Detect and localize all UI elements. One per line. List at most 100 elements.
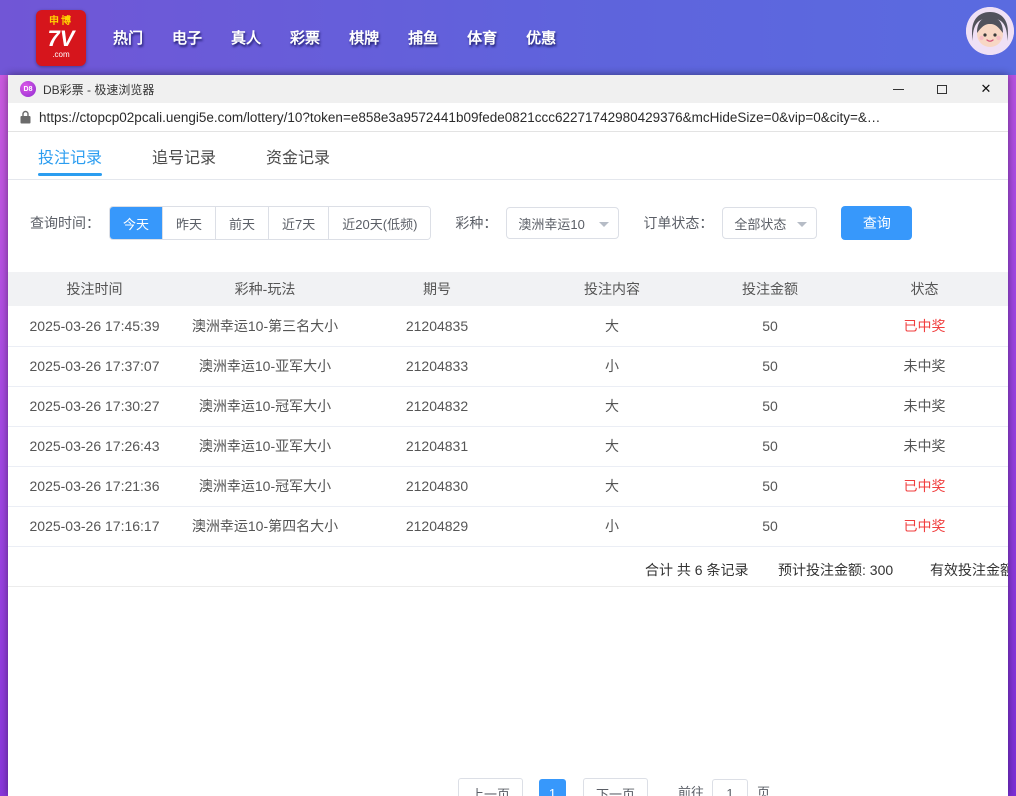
- bet-records-table: 投注时间彩种-玩法期号投注内容投注金额状态 2025-03-26 17:45:3…: [8, 272, 1008, 547]
- window-controls: ✕: [876, 75, 1008, 103]
- nav-item[interactable]: 真人: [231, 27, 261, 48]
- user-avatar[interactable]: [966, 7, 1014, 55]
- summary-expected-amount: 预计投注金额: 300: [778, 560, 893, 580]
- maximize-button[interactable]: [920, 75, 964, 103]
- cell-amount: 50: [699, 426, 841, 466]
- goto-suffix-label: 页: [757, 778, 770, 796]
- cell-amount: 50: [699, 386, 841, 426]
- cell-content: 小: [525, 346, 699, 386]
- url-text[interactable]: https://ctopcp02pcali.uengi5e.com/lotter…: [39, 110, 880, 125]
- cell-status: 未中奖: [841, 346, 1008, 386]
- cell-play: 澳洲幸运10-冠军大小: [181, 466, 349, 506]
- cell-bet-time: 2025-03-26 17:30:27: [8, 386, 181, 426]
- logo-brand-cn: 申博: [49, 17, 73, 27]
- current-page[interactable]: 1: [539, 779, 566, 796]
- pagination: 上一页 1 下一页 前往 页: [458, 778, 770, 796]
- nav-item[interactable]: 捕鱼: [408, 27, 438, 48]
- site-nav: 热门 电子 真人 彩票 棋牌 捕鱼 体育 优惠: [113, 27, 556, 48]
- close-button[interactable]: ✕: [964, 75, 1008, 103]
- browser-window: D8 DB彩票 - 极速浏览器 ✕ https://ctopcp02pcal: [8, 75, 1008, 796]
- status-select-value: 全部状态: [734, 214, 786, 233]
- tab[interactable]: 资金记录: [266, 132, 330, 180]
- desktop: 申博 7V .com 热门 电子 真人 彩票 棋牌 捕鱼 体育 优惠 D8: [0, 0, 1016, 796]
- logo-brand-suffix: .com: [52, 51, 69, 59]
- tab-bar: 投注记录 追号记录 资金记录: [8, 132, 1008, 180]
- goto-label: 前往: [678, 778, 704, 796]
- cell-status: 已中奖: [841, 306, 1008, 346]
- cell-issue: 21204829: [349, 506, 525, 546]
- cell-amount: 50: [699, 466, 841, 506]
- time-filter-button[interactable]: 今天: [110, 207, 163, 239]
- time-filter-button[interactable]: 前天: [216, 207, 269, 239]
- table-header-row: 投注时间彩种-玩法期号投注内容投注金额状态: [8, 272, 1008, 306]
- column-header: 投注金额: [699, 272, 841, 306]
- cell-play: 澳洲幸运10-第三名大小: [181, 306, 349, 346]
- cell-status: 已中奖: [841, 506, 1008, 546]
- cell-amount: 50: [699, 506, 841, 546]
- lottery-select-value: 澳洲幸运10: [518, 214, 584, 233]
- cell-bet-time: 2025-03-26 17:21:36: [8, 466, 181, 506]
- next-page-button[interactable]: 下一页: [583, 778, 648, 796]
- lock-icon: [20, 110, 31, 124]
- time-filter-button[interactable]: 近20天(低频): [329, 207, 430, 239]
- nav-item[interactable]: 电子: [172, 27, 202, 48]
- tab[interactable]: 投注记录: [38, 132, 102, 180]
- tab[interactable]: 追号记录: [152, 132, 216, 180]
- table-body: 2025-03-26 17:45:39澳洲幸运10-第三名大小21204835大…: [8, 306, 1008, 546]
- cell-bet-time: 2025-03-26 17:37:07: [8, 346, 181, 386]
- page-content: 投注记录追号记录资金记录 查询时间： 今天昨天前天近7天近20天(低频) 彩种：…: [8, 132, 1008, 587]
- site-header: 申博 7V .com 热门 电子 真人 彩票 棋牌 捕鱼 体育 优惠: [0, 0, 1016, 75]
- table-row: 2025-03-26 17:45:39澳洲幸运10-第三名大小21204835大…: [8, 306, 1008, 346]
- nav-item[interactable]: 热门: [113, 27, 143, 48]
- cell-status: 已中奖: [841, 466, 1008, 506]
- cell-bet-time: 2025-03-26 17:45:39: [8, 306, 181, 346]
- nav-item[interactable]: 彩票: [290, 27, 320, 48]
- cell-play: 澳洲幸运10-冠军大小: [181, 386, 349, 426]
- column-header: 期号: [349, 272, 525, 306]
- cell-content: 大: [525, 426, 699, 466]
- table-row: 2025-03-26 17:16:17澳洲幸运10-第四名大小21204829小…: [8, 506, 1008, 546]
- nav-item[interactable]: 优惠: [526, 27, 556, 48]
- maximize-icon: [937, 85, 947, 94]
- logo-brand: 7V: [48, 28, 75, 50]
- nav-item[interactable]: 棋牌: [349, 27, 379, 48]
- lottery-filter-label: 彩种：: [455, 213, 497, 233]
- column-header: 彩种-玩法: [181, 272, 349, 306]
- minimize-icon: [893, 89, 904, 90]
- cell-issue: 21204832: [349, 386, 525, 426]
- time-filter-button[interactable]: 近7天: [269, 207, 329, 239]
- table-row: 2025-03-26 17:30:27澳洲幸运10-冠军大小21204832大5…: [8, 386, 1008, 426]
- site-logo[interactable]: 申博 7V .com: [36, 10, 86, 66]
- time-filter-button[interactable]: 昨天: [163, 207, 216, 239]
- cell-status: 未中奖: [841, 426, 1008, 466]
- cell-play: 澳洲幸运10-第四名大小: [181, 506, 349, 546]
- cell-play: 澳洲幸运10-亚军大小: [181, 346, 349, 386]
- table-row: 2025-03-26 17:21:36澳洲幸运10-冠军大小21204830大5…: [8, 466, 1008, 506]
- summary-bar: 合计 共 6 条记录 预计投注金额: 300 有效投注金额: [8, 547, 1008, 587]
- status-select[interactable]: 全部状态: [722, 207, 817, 239]
- table-row: 2025-03-26 17:37:07澳洲幸运10-亚军大小21204833小5…: [8, 346, 1008, 386]
- column-header: 投注内容: [525, 272, 699, 306]
- cell-content: 大: [525, 386, 699, 426]
- cell-content: 大: [525, 466, 699, 506]
- window-title: DB彩票 - 极速浏览器: [43, 81, 154, 98]
- address-bar[interactable]: https://ctopcp02pcali.uengi5e.com/lotter…: [8, 103, 1008, 132]
- cell-status: 未中奖: [841, 386, 1008, 426]
- cell-amount: 50: [699, 346, 841, 386]
- lottery-select[interactable]: 澳洲幸运10: [506, 207, 619, 239]
- prev-page-button[interactable]: 上一页: [458, 778, 523, 796]
- cell-issue: 21204830: [349, 466, 525, 506]
- minimize-button[interactable]: [876, 75, 920, 103]
- cell-bet-time: 2025-03-26 17:26:43: [8, 426, 181, 466]
- table-row: 2025-03-26 17:26:43澳洲幸运10-亚军大小21204831大5…: [8, 426, 1008, 466]
- summary-total: 合计 共 6 条记录: [645, 560, 748, 580]
- cell-issue: 21204831: [349, 426, 525, 466]
- browser-app-icon: D8: [20, 81, 36, 97]
- search-button[interactable]: 查询: [841, 206, 912, 240]
- browser-titlebar[interactable]: D8 DB彩票 - 极速浏览器 ✕: [8, 75, 1008, 103]
- nav-item[interactable]: 体育: [467, 27, 497, 48]
- chevron-down-icon: [797, 222, 807, 227]
- column-header: 状态: [841, 272, 1008, 306]
- column-header: 投注时间: [8, 272, 181, 306]
- goto-page-input[interactable]: [712, 779, 748, 796]
